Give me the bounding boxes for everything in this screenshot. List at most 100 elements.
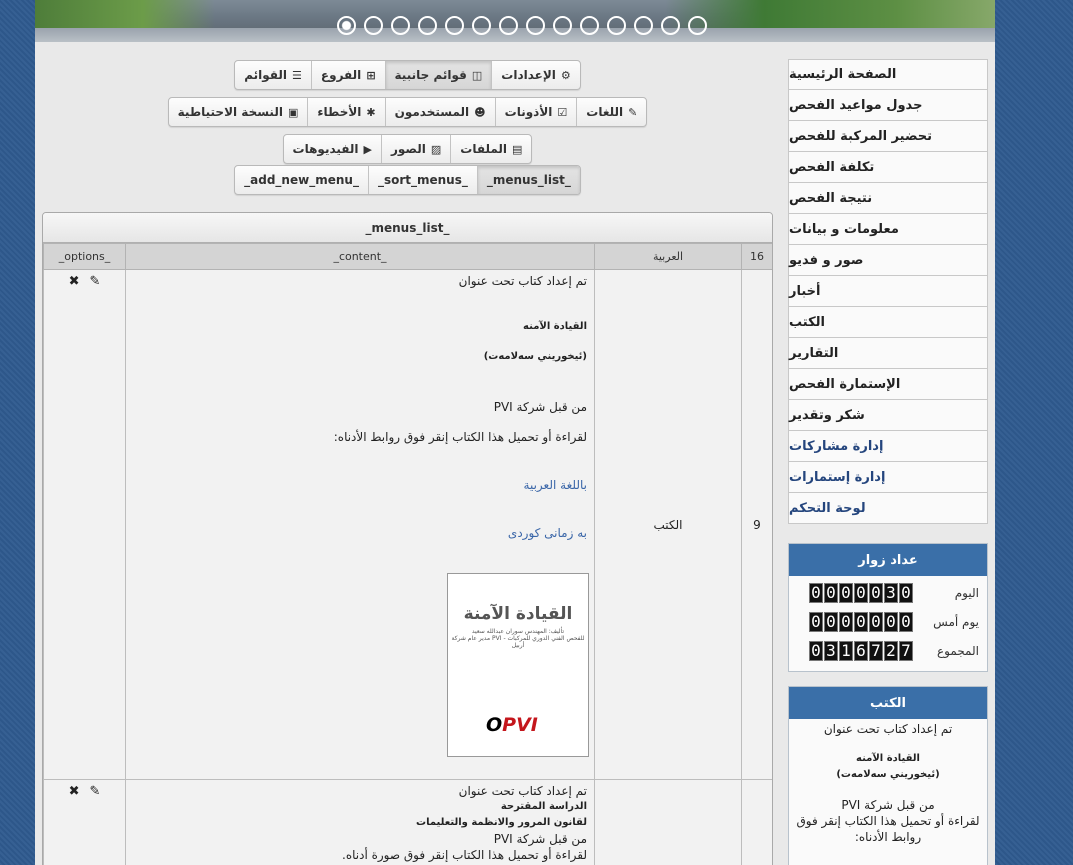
- sidebar-item[interactable]: التقارير: [788, 338, 988, 369]
- counter-digit: 0: [809, 640, 823, 661]
- sidebar-item[interactable]: نتيجة الفحص: [788, 183, 988, 214]
- close-icon[interactable]: ✖: [69, 784, 80, 799]
- sidebar-item-label: شكر وتقدير: [789, 407, 865, 423]
- toolbar-button[interactable]: ◫ قوائم جانبية: [384, 61, 492, 89]
- counter-digit: 0: [869, 611, 883, 632]
- slider-dot[interactable]: [364, 16, 383, 35]
- toolbar-row-3: ▶ الفيديوهات ▨ الصور ▤ الملفات: [282, 134, 533, 164]
- col-options: _options_: [43, 243, 126, 270]
- slider-dot[interactable]: [391, 16, 410, 35]
- row-options: ✖ ✎: [43, 779, 126, 865]
- slider-dot[interactable]: [337, 16, 356, 35]
- content-link[interactable]: باللغة العربية: [133, 477, 587, 493]
- slider-dot[interactable]: [472, 16, 491, 35]
- sidebar-item[interactable]: الصفحة الرئيسية: [788, 59, 988, 90]
- content-line: القيادة الآمنه: [856, 753, 920, 764]
- counter-digit: 3: [824, 640, 838, 661]
- toolbar-button-label: الإعدادات: [501, 68, 556, 82]
- toolbar-button[interactable]: ▤ الملفات: [450, 135, 531, 163]
- toolbar-button-label: الصور: [391, 142, 426, 156]
- slider-dot[interactable]: [418, 16, 437, 35]
- content-line: من قبل شركة PVI: [493, 832, 587, 846]
- row-number: 9: [741, 269, 772, 780]
- slider-dot[interactable]: [553, 16, 572, 35]
- sidebar-item[interactable]: إدارة إستمارات: [788, 462, 988, 493]
- content-line: (ئيخوريني سەلامەت): [483, 351, 587, 362]
- toolbar-button-label: المستخدمون: [394, 105, 470, 119]
- image-icon: ▨: [430, 142, 442, 156]
- toolbar-button[interactable]: ⚙ الإعدادات: [491, 61, 580, 89]
- visitor-counter-panel: عداد زوار 0 0 0 0 0 3 0 اليوم 0 0 0 0 0 0 0 يوم أمس 0 3 1 6…: [788, 543, 988, 672]
- sidebar-item[interactable]: معلومات و بيانات: [788, 214, 988, 245]
- toolbar-button[interactable]: _sort_menus_: [367, 166, 477, 194]
- sidebar-item[interactable]: الكتب: [788, 307, 988, 338]
- counter-digit: 1: [839, 640, 853, 661]
- row-section: [594, 779, 742, 865]
- toolbar-button[interactable]: ☻ المستخدمون: [384, 98, 495, 126]
- slider-dot[interactable]: [688, 16, 707, 35]
- toolbar-button[interactable]: ✎ اللغات: [576, 98, 646, 126]
- pvi-logo: OPVI: [486, 714, 538, 736]
- toolbar-button[interactable]: ✱ الأخطاء: [307, 98, 384, 126]
- slider-dot[interactable]: [634, 16, 653, 35]
- checkbox-icon: ☑: [557, 105, 568, 119]
- content-link[interactable]: به زمانى كوردى: [133, 525, 587, 541]
- slider-dot[interactable]: [499, 16, 518, 35]
- toolbar-button[interactable]: _menus_list_: [476, 166, 580, 194]
- play-icon: ▶: [363, 142, 372, 156]
- slider-dot[interactable]: [580, 16, 599, 35]
- toolbar-button[interactable]: ▣ النسخة الاحتياطية: [169, 98, 308, 126]
- toolbar-button[interactable]: ▨ الصور: [381, 135, 450, 163]
- sidebar-item[interactable]: الإستمارة الفحص: [788, 369, 988, 400]
- slider-dot[interactable]: [526, 16, 545, 35]
- content-line: تم إعداد كتاب تحت عنوان: [458, 784, 587, 798]
- content-line: لقانون المرور والانظمة والتعليمات: [416, 817, 587, 828]
- toolbar-button[interactable]: ☑ الأذونات: [494, 98, 577, 126]
- sidebar-menu: الصفحة الرئيسية جدول مواعيد الفحص تحضير ال…: [788, 59, 988, 524]
- toolbar-button-label: قوائم جانبية: [394, 68, 467, 82]
- content-line: (ئيخوريني سەلامەت): [836, 769, 940, 780]
- counter-digit: 0: [884, 611, 898, 632]
- toolbar-row-2: ▣ النسخة الاحتياطية ✱ الأخطاء ☻ المستخدمون ☑ ال…: [167, 97, 648, 127]
- sidebar-item[interactable]: أخبار: [788, 276, 988, 307]
- language-icon: ✎: [628, 105, 638, 119]
- counter-digit: 0: [854, 611, 868, 632]
- pencil-icon[interactable]: ✎: [90, 274, 101, 289]
- file-icon: ▤: [512, 142, 523, 156]
- visitor-counter-title: عداد زوار: [789, 544, 987, 576]
- sidebar-item[interactable]: صور و فديو: [788, 245, 988, 276]
- sidebar-item-label: أخبار: [789, 283, 821, 299]
- toolbar-button-label: النسخة الاحتياطية: [177, 105, 283, 119]
- slider-dot[interactable]: [607, 16, 626, 35]
- toolbar-button-label: _add_new_menu_: [244, 173, 359, 187]
- book-cover-image[interactable]: القيادة الآمنة تأليف: المهندس سوران عبدا…: [447, 573, 589, 757]
- sidebar-item[interactable]: جدول مواعيد الفحص: [788, 90, 988, 121]
- content-line: من قبل شركة PVI: [493, 400, 587, 414]
- counter-digit: 0: [854, 582, 868, 603]
- col-content: _content_: [125, 243, 595, 270]
- sidebar-item[interactable]: تحضير المركبة للفحص: [788, 121, 988, 152]
- toolbar-button[interactable]: ⊞ الفروع: [310, 61, 385, 89]
- row-section: الكتب: [594, 269, 742, 780]
- toolbar-button[interactable]: _add_new_menu_: [235, 166, 368, 194]
- sidebar-item[interactable]: إدارة مشاركات: [788, 431, 988, 462]
- toolbar-button-label: _menus_list_: [486, 173, 571, 187]
- slider-dot[interactable]: [661, 16, 680, 35]
- list-icon: ☰: [292, 68, 302, 82]
- sidebar-item-label: نتيجة الفحص: [789, 190, 873, 206]
- sidebar-item-label: الإستمارة الفحص: [789, 376, 901, 392]
- toolbar-button[interactable]: ▶ الفيديوهات: [284, 135, 381, 163]
- books-panel: الكتب تم إعداد كتاب تحت عنوان القيادة الآ…: [788, 686, 988, 865]
- counter-digit: 0: [899, 582, 913, 603]
- sidebar-item[interactable]: شكر وتقدير: [788, 400, 988, 431]
- slider-dot[interactable]: [445, 16, 464, 35]
- sidebar-item[interactable]: لوحة التحكم: [788, 493, 988, 524]
- sidebar-item-label: تكلفة الفحص: [789, 159, 875, 175]
- close-icon[interactable]: ✖: [69, 274, 80, 289]
- counter-digit: 2: [884, 640, 898, 661]
- content-line: لقراءة أو تحميل هذا الكتاب إنقر فوق رواب…: [796, 814, 980, 844]
- toolbar-button-label: _sort_menus_: [377, 173, 468, 187]
- sidebar-item[interactable]: تكلفة الفحص: [788, 152, 988, 183]
- toolbar-button[interactable]: ☰ القوائم: [235, 61, 311, 89]
- pencil-icon[interactable]: ✎: [90, 784, 101, 799]
